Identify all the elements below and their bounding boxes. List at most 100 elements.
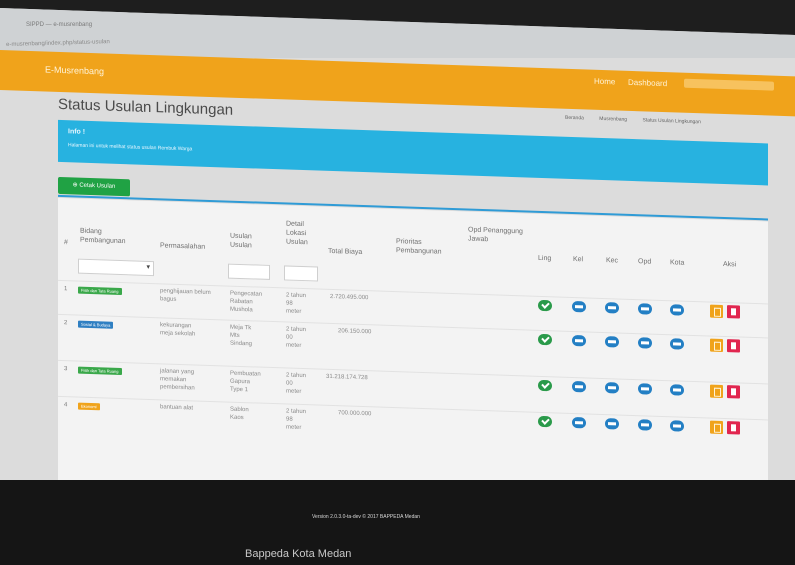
row-number: 1 [64,286,68,293]
table-row: 2 Sosial & Budaya kekurangan meja sekola… [58,198,768,353]
bidang-badge: Ekonomi [78,402,100,411]
usulan-line: Sindang [230,340,253,348]
browser-bar: SIPPD — e-musrenbang e-musrenbang/index.… [0,8,795,58]
minus-icon [605,382,619,394]
minus-icon [572,380,586,393]
breadcrumb-home[interactable]: Beranda [565,115,584,122]
bidang-badge: Fisik dan Tata Ruang [78,286,122,296]
navbar-brand[interactable]: E-Musrenbang [45,64,104,76]
minus-icon [670,338,684,350]
minus-icon [670,304,684,316]
info-title: Info ! [68,128,86,136]
col-permasalahan[interactable]: Permasalahan [160,241,205,251]
main-content: Status Usulan Lingkungan Beranda Musrenb… [0,90,795,536]
edit-button[interactable] [710,384,723,398]
col-no: # [64,239,68,247]
delete-button[interactable] [727,421,740,435]
edit-button[interactable] [710,304,723,318]
browser-tab[interactable]: SIPPD — e-musrenbang [26,22,286,32]
footer-version: Version 2.0.3.0-ta-dev © 2017 BAPPEDA Me… [312,514,420,520]
usulan-line: Type 1 [230,386,249,394]
minus-icon [638,419,652,431]
biaya-cell: 2.720.495.000 [330,293,369,302]
minus-icon [638,303,652,315]
footer: Version 2.0.3.0-ta-dev © 2017 BAPPEDA Me… [0,480,795,565]
user-menu[interactable] [684,78,774,91]
bidang-badge: Fisik dan Tata Ruang [78,366,122,376]
row-number: 2 [64,320,68,327]
check-icon [538,299,552,312]
usulan-cell: Pengecatan Rabatan Mushola [230,290,262,315]
filter-usulan-input[interactable] [228,263,270,280]
permasalahan-line: bantuan alat [160,404,194,412]
usulan-table: # Bidang Pembangunan Permasalahan Usulan… [58,197,768,512]
delete-button[interactable] [727,339,740,353]
col-usulan[interactable]: Usulan Usulan [230,232,270,251]
minus-icon [605,336,619,348]
check-icon [538,333,552,346]
edit-button[interactable] [710,420,723,434]
detail-cell: 2 tahun 98 meter [286,291,306,316]
permasalahan-line: meja sekolah [160,330,196,338]
delete-button[interactable] [727,385,740,399]
nav-home-link[interactable]: Home [594,77,615,87]
permasalahan-cell: bantuan alat [160,403,193,412]
check-icon [538,379,552,392]
usulan-cell: Sablon Kaos [230,406,249,423]
check-icon [538,415,552,428]
minus-icon [670,384,684,396]
cetak-usulan-button[interactable]: ⊕ Cetak Usulan [58,176,130,197]
detail-line: meter [286,342,302,349]
delete-button[interactable] [727,305,740,319]
detail-line: meter [286,388,302,395]
col-opd-status: Opd [638,258,652,266]
col-bidang[interactable]: Bidang Pembangunan [80,227,140,247]
permasalahan-cell: kekurangan meja sekolah [160,321,195,338]
permasalahan-cell: penghijauan belum bagus [160,287,211,305]
minus-icon [670,420,684,432]
minus-icon [572,334,586,347]
info-text: Halaman ini untuk melihat status usulan … [68,142,193,153]
permasalahan-line: pembersihan [160,384,195,392]
minus-icon [572,416,586,429]
biaya-cell: 31.218.174.728 [326,373,368,382]
table-row: 1 Fisik dan Tata Ruang penghijauan belum… [58,198,768,319]
col-biaya[interactable]: Total Biaya [328,247,362,257]
breadcrumb: Beranda Musrenbang Status Usulan Lingkun… [565,115,715,126]
page-title: Status Usulan Lingkungan [58,95,234,119]
detail-line: meter [286,424,302,431]
permasalahan-cell: jalanan yang memakan pembersihan [160,367,195,392]
detail-cell: 2 tahun 98 meter [286,407,306,432]
minus-icon [638,383,652,395]
detail-cell: 2 tahun 00 meter [286,371,306,396]
col-detail[interactable]: Detail Lokasi Usulan [286,219,326,247]
col-aksi: Aksi [723,260,737,269]
nav-dashboard-link[interactable]: Dashboard [628,78,667,88]
col-prioritas[interactable]: Prioritas Pembangunan [396,237,456,257]
usulan-cell: Pembuatan Gapura Type 1 [230,370,261,395]
detail-cell: 2 tahun 00 meter [286,325,306,350]
cetak-usulan-label: Cetak Usulan [79,182,116,190]
info-alert: Info ! Halaman ini untuk melihat status … [58,119,768,186]
edit-button[interactable] [710,338,723,352]
address-bar[interactable]: e-musrenbang/index.php/status-usulan [6,39,110,48]
filter-bidang-select[interactable]: ▾ [78,258,154,277]
minus-icon [605,302,619,314]
detail-line: meter [286,308,302,315]
biaya-cell: 700.000.000 [338,410,372,418]
chevron-down-icon: ▾ [146,263,150,271]
minus-icon [572,300,586,313]
col-opd[interactable]: Opd Penanggung Jawab [468,226,528,246]
minus-icon [638,337,652,349]
footer-org-text: Bappeda Kota Medan [245,548,352,560]
col-kel: Kel [573,256,584,264]
table-row: 3 Fisik dan Tata Ruang jalanan yang mema… [58,198,768,399]
col-ling: Ling [538,254,552,263]
minus-icon [605,418,619,430]
col-kec: Kec [606,257,619,265]
biaya-cell: 206.150.000 [338,328,372,336]
filter-detail-input[interactable] [284,265,318,282]
table-row: 4 Ekonomi bantuan alat Sablon Kaos 2 tah… [58,198,768,435]
breadcrumb-musrenbang[interactable]: Musrenbang [599,116,627,123]
col-kota: Kota [670,259,685,267]
